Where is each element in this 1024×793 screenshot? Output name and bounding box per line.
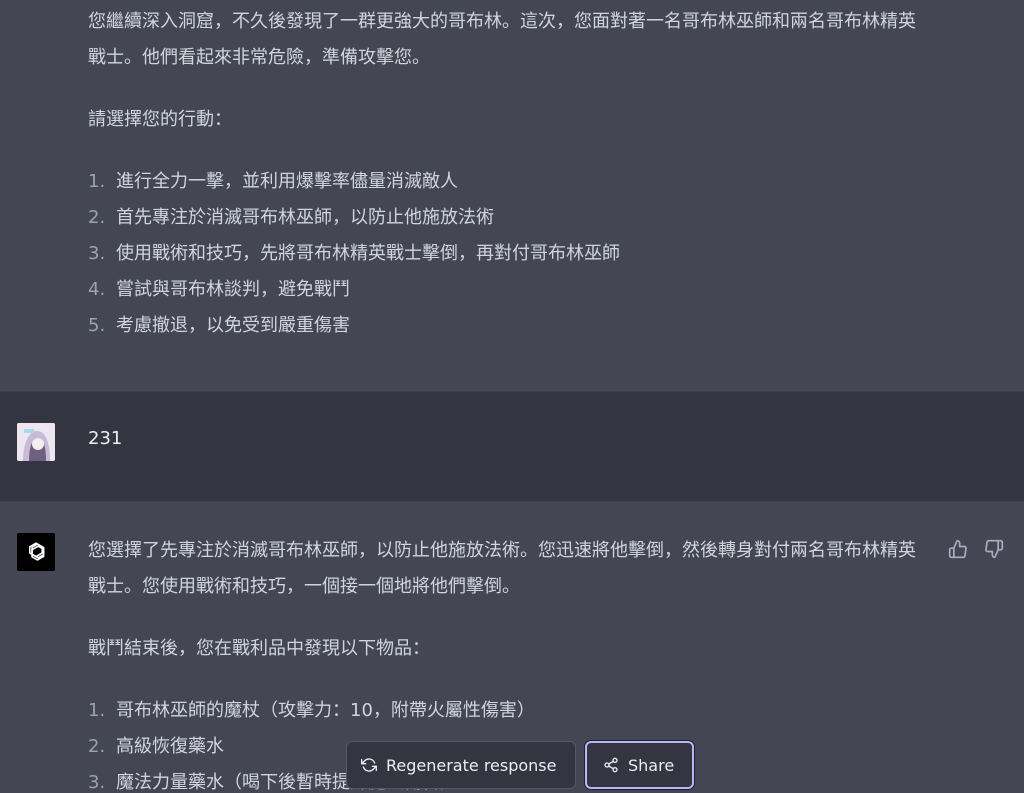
list-item-text: 考慮撤退，以免受到嚴重傷害 [116, 315, 350, 336]
chat-page: 您繼續深入洞窟，不久後發現了一群更強大的哥布林。這次，您面對著一名哥布林巫師和兩… [0, 0, 1024, 793]
list-item: 1. 哥布林巫師的魔杖（攻擊力：10，附帶火屬性傷害） [88, 693, 928, 729]
thumbs-up-icon[interactable] [946, 537, 970, 561]
list-item-text: 哥布林巫師的魔杖（攻擊力：10，附帶火屬性傷害） [116, 700, 535, 721]
reply-prompt-paragraph: 請選擇您的行動： [88, 109, 232, 130]
regenerate-label: Regenerate response [386, 755, 557, 775]
list-item: 5. 考慮撤退，以免受到嚴重傷害 [88, 308, 928, 344]
refresh-icon [361, 758, 377, 772]
loot-intro-paragraph: 戰鬥結束後，您在戰利品中發現以下物品： [88, 638, 430, 659]
list-number: 3. [88, 243, 106, 264]
list-item-text: 嘗試與哥布林談判，避免戰鬥 [116, 279, 350, 300]
reply-intro-paragraph: 您選擇了先專注於消滅哥布林巫師，以防止他施放法術。您迅速將他擊倒，然後轉身對付兩… [88, 540, 916, 597]
openai-logo-icon [17, 533, 55, 571]
reply-intro-paragraph: 您繼續深入洞窟，不久後發現了一群更強大的哥布林。這次，您面對著一名哥布林巫師和兩… [88, 11, 916, 68]
list-item: 2. 首先專注於消滅哥布林巫師，以防止他施放法術 [88, 200, 928, 236]
share-button[interactable]: Share [585, 741, 694, 789]
list-number: 1. [88, 700, 106, 721]
share-icon [604, 757, 618, 773]
assistant-message-previous: 您繼續深入洞窟，不久後發現了一群更強大的哥布林。這次，您面對著一名哥布林巫師和兩… [0, 0, 1024, 391]
thumbs-down-icon[interactable] [982, 537, 1006, 561]
list-number: 4. [88, 279, 106, 300]
list-item-text: 高級恢復藥水 [116, 736, 224, 757]
action-options-list: 1. 進行全力一擊，並利用爆擊率儘量消滅敵人 2. 首先專注於消滅哥布林巫師，以防止… [88, 164, 928, 344]
list-item: 3. 使用戰術和技巧，先將哥布林精英戰士擊倒，再對付哥布林巫師 [88, 236, 928, 272]
regenerate-response-button[interactable]: Regenerate response [346, 741, 576, 789]
list-item-text: 進行全力一擊，並利用爆擊率儘量消滅敵人 [116, 171, 458, 192]
list-number: 3. [88, 772, 106, 793]
list-number: 5. [88, 315, 106, 336]
list-number: 2. [88, 207, 106, 228]
assistant-message-previous-content: 您繼續深入洞窟，不久後發現了一群更強大的哥布林。這次，您面對著一名哥布林巫師和兩… [88, 4, 928, 344]
user-message-text: 231 [88, 428, 123, 449]
user-avatar [17, 423, 55, 461]
list-item-text: 首先專注於消滅哥布林巫師，以防止他施放法術 [116, 207, 494, 228]
list-item: 1. 進行全力一擊，並利用爆擊率儘量消滅敵人 [88, 164, 928, 200]
share-label: Share [628, 755, 675, 775]
list-number: 2. [88, 736, 106, 757]
list-number: 1. [88, 171, 106, 192]
user-message [0, 391, 1024, 502]
list-item-text: 使用戰術和技巧，先將哥布林精英戰士擊倒，再對付哥布林巫師 [116, 243, 620, 264]
list-item: 4. 嘗試與哥布林談判，避免戰鬥 [88, 272, 928, 308]
